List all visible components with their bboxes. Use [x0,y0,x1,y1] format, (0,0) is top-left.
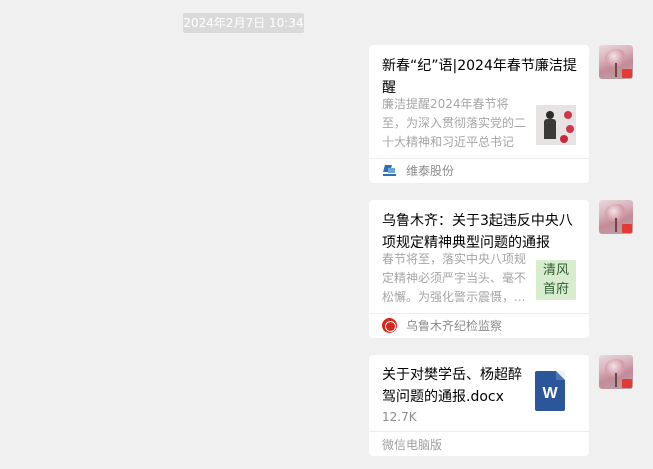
file-size: 12.7K [382,410,417,424]
article-card[interactable]: 新春“纪”语|2024年春节廉洁提醒 廉洁提醒2024年春节将至，为深入贯彻落实… [369,45,589,183]
article-source: 维泰股份 [406,164,455,178]
avatar-badge [622,224,632,233]
article-source: 乌鲁木齐纪检监察 [406,319,503,333]
file-card[interactable]: 关于对樊学岳、杨超醉驾问题的通报.docx 12.7K W 微信电脑版 [369,355,589,456]
card-divider [369,313,589,314]
file-name: 关于对樊学岳、杨超醉驾问题的通报.docx [382,367,522,405]
thumbnail-text-line: 清风 [542,263,569,278]
article-card[interactable]: 乌鲁木齐：关于3起违反中央八项规定精神典型问题的通报 春节将至，落实中央八项规定… [369,200,589,338]
user-avatar[interactable] [599,355,633,389]
avatar-badge [622,379,632,388]
card-divider [369,158,589,159]
file-source: 微信电脑版 [382,438,443,452]
word-icon-letter: W [542,385,558,402]
user-avatar[interactable] [599,45,633,79]
chat-timestamp: 2024年2月7日 10:34 [183,13,304,33]
article-thumbnail: 清风 首府 [536,260,576,300]
card-divider [369,431,589,432]
thumbnail-text-line: 首府 [542,282,569,297]
user-avatar[interactable] [599,200,633,234]
article-title: 新春“纪”语|2024年春节廉洁提醒 [382,58,577,96]
article-thumbnail [536,105,576,145]
source-logo-icon [382,318,397,333]
avatar-badge [622,69,632,78]
article-title: 乌鲁木齐：关于3起违反中央八项规定精神典型问题的通报 [382,213,573,251]
source-logo-icon [382,163,397,178]
article-description: 春节将至，落实中央八项规定精神必须严字当头、毫不松懈。为强化警示震慑，... [382,252,527,304]
article-description: 廉洁提醒2024年春节将至，为深入贯彻落实党的二十大精神和习近平总书记关... [382,97,527,149]
word-file-icon: W [535,371,565,411]
